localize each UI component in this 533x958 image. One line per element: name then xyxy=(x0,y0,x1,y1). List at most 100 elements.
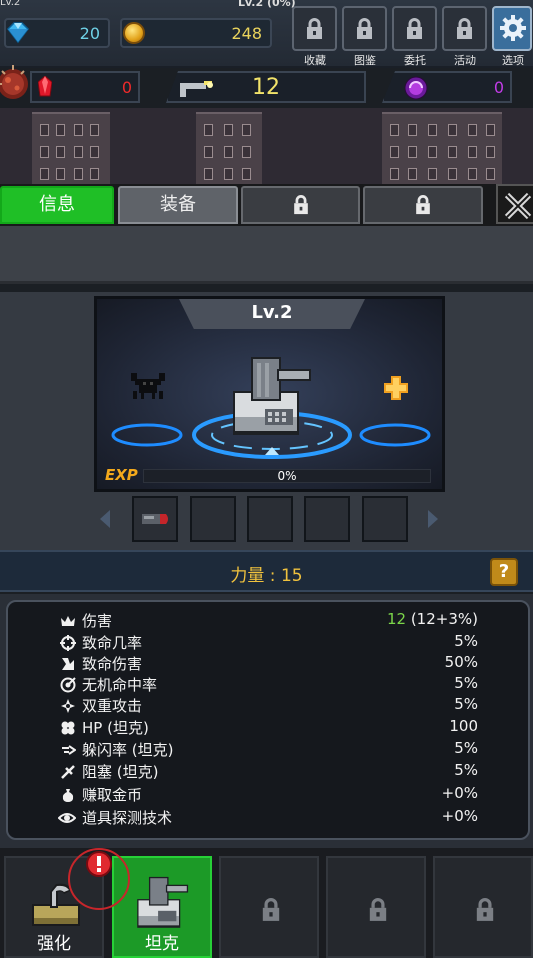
stat-value: 50% xyxy=(444,653,478,671)
ammo-value: 12 xyxy=(252,75,280,100)
lock-icon xyxy=(416,195,430,215)
event-button[interactable] xyxy=(442,6,487,51)
exp-row: EXP 0% xyxy=(105,466,431,485)
stat-value-main: 12 xyxy=(386,610,407,628)
gold-value: 248 xyxy=(231,24,262,43)
crown-icon xyxy=(61,616,75,626)
equipment-slot-5[interactable] xyxy=(362,496,408,542)
building xyxy=(32,112,110,184)
stat-name: 致命几率 xyxy=(82,634,143,652)
stat-name: 赚取金币 xyxy=(82,786,143,804)
equipment-slot-3[interactable] xyxy=(247,496,293,542)
stat-value: 5% xyxy=(454,632,478,650)
help-button[interactable]: ? xyxy=(490,558,518,586)
tab-info[interactable]: 信息 xyxy=(0,186,114,224)
stats-panel: 伤害 12 (12+3%) 致命几率 5% 致命伤害 50% 无机命中率 5% … xyxy=(6,600,530,840)
stat-row-crit-damage: 致命伤害 50% xyxy=(8,653,532,675)
gem-icon xyxy=(7,22,29,44)
exp-bar: 0% xyxy=(143,469,431,483)
lock-icon xyxy=(307,18,322,39)
purple-orb-counter[interactable]: 0 xyxy=(382,71,512,103)
strength-text: 力量 : 15 xyxy=(230,566,303,586)
red-crystal-icon xyxy=(38,76,52,97)
target-icon xyxy=(60,677,76,693)
claw-icon xyxy=(62,658,74,670)
codex-label: 图鉴 xyxy=(354,54,376,67)
chevron-right-icon[interactable] xyxy=(424,508,442,530)
player-level: Lv.2 xyxy=(0,0,21,8)
lock-icon xyxy=(457,18,472,39)
lock-icon xyxy=(369,898,387,921)
equipment-slot-1[interactable] xyxy=(132,496,178,542)
bullet-icon xyxy=(142,514,168,524)
purple-orb-value: 0 xyxy=(493,78,504,97)
stat-value: 5% xyxy=(454,674,478,692)
stat-name: 阻塞 (坦克) xyxy=(82,763,159,781)
tab-locked-2[interactable] xyxy=(363,186,483,224)
tab-equipment[interactable]: 装备 xyxy=(118,186,238,224)
collection-label: 收藏 xyxy=(304,54,326,67)
stat-name: 无机命中率 xyxy=(82,676,158,694)
stat-row-item-detect: 道具探测技术 +0% xyxy=(8,807,532,829)
stat-name: 躲闪率 (坦克) xyxy=(82,741,174,759)
crosshair-icon xyxy=(60,635,76,651)
tank-unit-icon xyxy=(233,357,311,435)
stat-row-double-attack: 双重攻击 5% xyxy=(8,695,532,717)
gold-counter[interactable]: 248 xyxy=(120,18,272,48)
stat-value: +0% xyxy=(441,784,478,802)
close-button[interactable] xyxy=(496,184,533,224)
tab-bar: 信息 装备 xyxy=(0,184,533,226)
equipment-slots xyxy=(94,496,445,546)
tank-icon xyxy=(137,876,189,928)
gear-icon xyxy=(500,15,526,41)
equipment-slot-4[interactable] xyxy=(304,496,350,542)
nav-locked-1[interactable] xyxy=(219,856,319,958)
nav-upgrade-label: 强化 xyxy=(37,934,71,954)
stat-name: 道具探测技术 xyxy=(82,809,173,827)
red-crystal-counter[interactable]: 0 xyxy=(30,71,140,103)
stat-value: 5% xyxy=(454,761,478,779)
equipment-slot-2[interactable] xyxy=(190,496,236,542)
stat-name: 致命伤害 xyxy=(82,655,143,673)
codex-button[interactable] xyxy=(342,6,387,51)
unit-panel: Lv.2 EXP 0% xyxy=(0,292,533,550)
nav-tank-label: 坦克 xyxy=(145,934,179,954)
purple-orb-icon xyxy=(404,76,428,100)
options-label: 选项 xyxy=(502,54,524,67)
hp-icon xyxy=(61,721,75,735)
lock-icon xyxy=(262,898,280,921)
tab-locked-1[interactable] xyxy=(241,186,360,224)
stat-row-damage: 伤害 12 (12+3%) xyxy=(8,610,532,632)
city-background xyxy=(0,108,533,184)
stat-value: 5% xyxy=(454,695,478,713)
gem-value: 20 xyxy=(79,24,100,43)
stat-value: 100 xyxy=(449,717,478,735)
lock-icon xyxy=(407,18,422,39)
top-bar: Lv.2 Lv.2 (0%) 20 248 收藏 图鉴 委托 活动 选项 xyxy=(0,0,533,68)
stat-value: 12 (12+3%) xyxy=(387,610,478,628)
stat-row-block: 阻塞 (坦克) 5% xyxy=(8,761,532,783)
commission-button[interactable] xyxy=(392,6,437,51)
unit-level-badge: Lv.2 xyxy=(179,299,365,329)
bottom-nav: 强化 坦克 xyxy=(0,848,533,958)
resource-row: 0 12 0 xyxy=(0,65,533,108)
event-label: 活动 xyxy=(454,54,476,67)
collection-button[interactable] xyxy=(292,6,337,51)
options-button[interactable] xyxy=(492,6,532,51)
unit-preview: Lv.2 EXP 0% xyxy=(94,296,445,492)
ammo-counter[interactable]: 12 xyxy=(166,71,366,103)
stat-value: +0% xyxy=(441,807,478,825)
plus-item-icon xyxy=(384,376,408,400)
lock-icon xyxy=(476,898,494,921)
nav-locked-3[interactable] xyxy=(433,856,533,958)
nav-locked-2[interactable] xyxy=(326,856,426,958)
close-icon xyxy=(504,192,532,220)
stat-name: HP (坦克) xyxy=(82,719,149,737)
double-attack-icon xyxy=(61,699,75,713)
strength-bar: 力量 : 15 ? xyxy=(0,550,533,592)
stat-value-extra: (12+3%) xyxy=(406,610,478,628)
chevron-left-icon[interactable] xyxy=(96,508,114,530)
gem-counter[interactable]: 20 xyxy=(4,18,110,48)
stats-area: 伤害 12 (12+3%) 致命几率 5% 致命伤害 50% 无机命中率 5% … xyxy=(0,594,533,848)
stat-name: 双重攻击 xyxy=(82,697,143,715)
